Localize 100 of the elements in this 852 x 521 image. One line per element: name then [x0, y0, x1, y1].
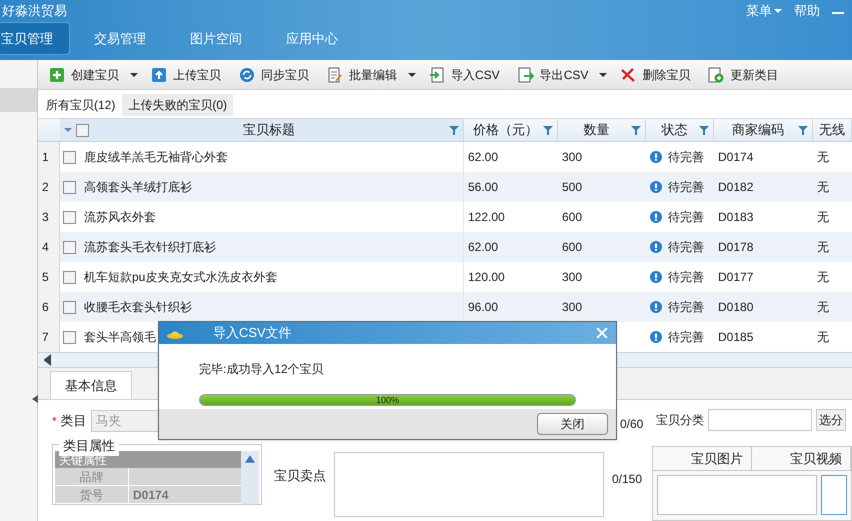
scroll-up-icon[interactable]	[245, 455, 255, 463]
nav-tab[interactable]: 交易管理	[74, 22, 166, 55]
group-title: 类目属性	[59, 436, 119, 456]
header-cell: 状态	[646, 119, 714, 141]
detail-tab[interactable]: 基本信息	[50, 371, 132, 399]
select-classify-button[interactable]: 选分	[816, 409, 846, 431]
filter-icon[interactable]	[699, 125, 709, 135]
filter-icon[interactable]	[631, 125, 641, 135]
table-cell-text: 机车短款pu皮夹克女式水洗皮衣外套	[84, 269, 278, 286]
table-cell-text: D0185	[717, 329, 754, 346]
row-number: 3	[38, 202, 60, 232]
delete-icon	[620, 66, 636, 82]
filter-icon[interactable]	[449, 125, 459, 135]
filter-icon[interactable]	[543, 125, 553, 135]
info-icon	[650, 211, 662, 223]
table-cell-text: 流苏风衣外套	[84, 209, 156, 226]
list-tab[interactable]: 上传失败的宝贝(0)	[122, 94, 234, 116]
table-cell-text: 600	[561, 239, 584, 256]
attribute-name: 货号	[55, 486, 129, 504]
table-cell-text: 流苏套头毛衣针织打底衫	[84, 239, 216, 256]
media-tab[interactable]: 宝贝视频	[752, 447, 851, 470]
table-cell-text: D0177	[717, 269, 754, 286]
table-cell-text: 96.00	[467, 299, 500, 316]
scroll-left-icon[interactable]	[42, 354, 54, 366]
sync-icon	[239, 66, 255, 82]
dialog-title: 导入CSV文件	[213, 324, 292, 342]
document-edit-icon	[327, 66, 343, 82]
table-cell-text: D0180	[717, 299, 754, 316]
row-number: 4	[38, 232, 60, 262]
row-number: 2	[38, 172, 60, 202]
checkbox[interactable]	[63, 330, 76, 344]
table-cell-text: 300	[561, 149, 584, 166]
header-cell: 无线	[813, 119, 852, 141]
toolbar-button[interactable]: 导出CSV	[512, 62, 594, 86]
toolbar-button[interactable]: 创建宝贝	[44, 62, 124, 86]
selling-point-field[interactable]	[334, 452, 604, 517]
filter-icon[interactable]	[798, 125, 808, 135]
table-cell-text: 待完善	[668, 149, 704, 166]
table-cell-text: 待完善	[668, 299, 704, 316]
checkbox[interactable]	[63, 210, 76, 224]
collapse-arrow-icon[interactable]	[32, 395, 38, 403]
table-cell-text: 无	[816, 239, 830, 256]
info-icon	[650, 151, 662, 163]
table-cell-text: 无	[816, 299, 830, 316]
toolbar-button[interactable]: 上传宝贝	[146, 62, 226, 86]
table-cell-text: 无	[816, 209, 830, 226]
toolbar-button[interactable]: 更新类目	[703, 62, 784, 86]
table-cell-text: 套头半高领毛	[84, 329, 156, 346]
dropdown-caret-icon[interactable]	[130, 70, 138, 78]
checkbox[interactable]	[63, 150, 76, 164]
table-cell-text: 待完善	[668, 179, 704, 196]
table-cell-text: 待完善	[668, 209, 704, 226]
import-message: 完毕:成功导入12个宝贝	[199, 361, 325, 378]
close-button[interactable]: 关闭	[537, 413, 608, 435]
table-cell-text: 120.00	[467, 269, 506, 286]
toolbar-button[interactable]: 导入CSV	[424, 62, 505, 86]
info-icon	[650, 181, 662, 193]
toolbar-button[interactable]: 批量编辑	[322, 62, 402, 86]
table-cell-text: 待完善	[668, 239, 704, 256]
selling-point-label: 宝贝卖点	[274, 467, 326, 485]
character-count: 0/150	[612, 471, 642, 488]
table-cell-text: 62.00	[467, 239, 500, 256]
toolbar-button[interactable]: 删除宝贝	[615, 62, 696, 86]
table-cell-text: 62.00	[467, 149, 500, 166]
media-tab[interactable]: 宝贝图片	[653, 447, 752, 470]
vertical-scrollbar[interactable]	[241, 451, 259, 504]
checkbox[interactable]	[63, 270, 76, 284]
nav-tab[interactable]: 宝贝管理	[0, 22, 70, 55]
classify-label: 宝贝分类	[656, 412, 704, 429]
required-mark: *	[52, 413, 57, 430]
table-cell-text: 无	[816, 329, 830, 346]
checkbox[interactable]	[63, 180, 76, 194]
table-cell-text: D0182	[717, 179, 754, 196]
header-cell: 宝贝标题	[60, 119, 464, 141]
toolbar-button[interactable]: 同步宝贝	[234, 62, 314, 86]
refresh-document-icon	[708, 66, 724, 82]
row-number: 7	[38, 322, 60, 352]
image-slot[interactable]	[657, 475, 817, 515]
table-cell-text: D0174	[717, 149, 754, 166]
dropdown-caret-icon[interactable]	[408, 70, 416, 78]
checkbox[interactable]	[63, 240, 76, 254]
close-icon[interactable]	[596, 327, 608, 339]
caret-icon[interactable]	[64, 126, 72, 134]
header-cell: 商家编码	[714, 119, 813, 141]
info-icon	[650, 301, 662, 313]
dropdown-caret-icon[interactable]	[599, 70, 608, 78]
checkbox[interactable]	[76, 124, 89, 136]
shop-title: 好淼洪贸易	[1, 2, 67, 20]
table-cell-text: D0183	[717, 209, 754, 226]
video-slot[interactable]	[821, 475, 847, 515]
upload-icon	[151, 66, 167, 82]
table-cell-text: 待完善	[668, 269, 704, 286]
classify-field[interactable]	[708, 409, 812, 431]
header-cell: 数量	[558, 119, 646, 141]
table-cell-text: 无	[816, 179, 830, 196]
checkbox[interactable]	[63, 300, 76, 314]
import-icon	[429, 66, 445, 82]
info-icon	[650, 331, 662, 343]
character-count: 0/60	[620, 416, 644, 433]
progress-percent: 100%	[374, 395, 400, 405]
